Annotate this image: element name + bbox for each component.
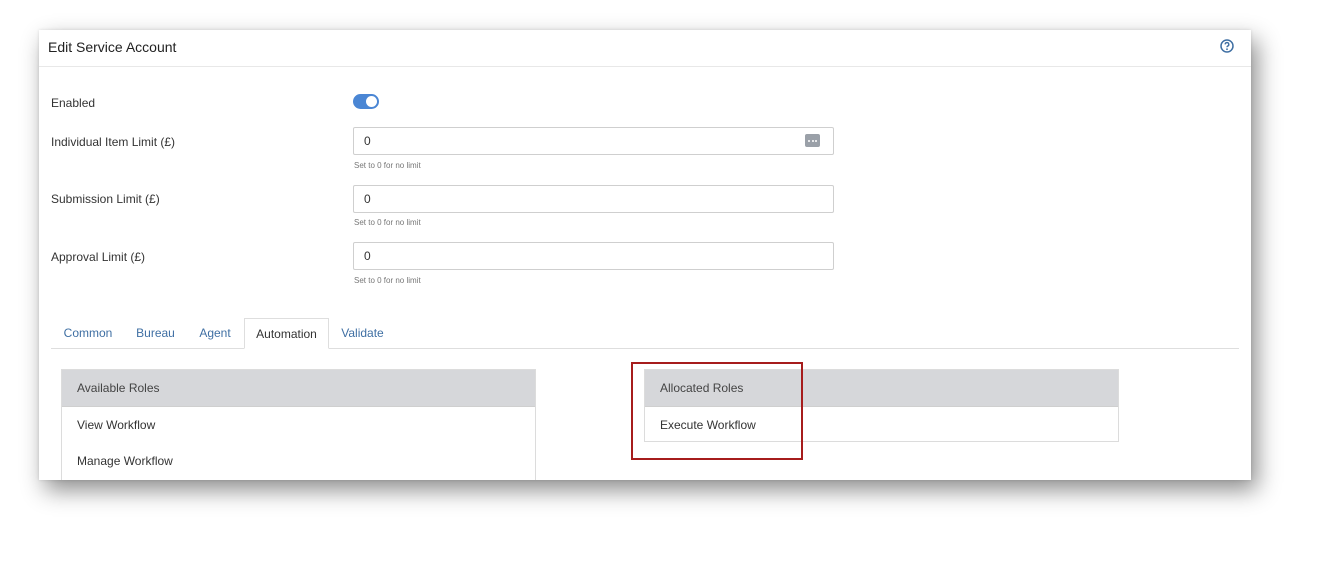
list-item-manage-workflow[interactable]: Manage Workflow — [62, 443, 535, 479]
available-roles-header: Available Roles — [62, 370, 535, 407]
available-roles-panel: Available Roles View Workflow Manage Wor… — [61, 369, 536, 480]
list-item-view-workflow[interactable]: View Workflow — [62, 407, 535, 443]
more-options-icon[interactable] — [805, 134, 820, 147]
tab-automation[interactable]: Automation — [244, 318, 329, 349]
enabled-label: Enabled — [51, 96, 96, 110]
item-limit-label: Individual Item Limit (£) — [51, 135, 176, 149]
tab-bar: Common Bureau Agent Automation Validate — [51, 318, 1239, 349]
card-header: Edit Service Account — [39, 30, 1251, 67]
tab-common[interactable]: Common — [51, 318, 125, 348]
help-circle-icon[interactable] — [1220, 39, 1234, 53]
page-title: Edit Service Account — [48, 39, 177, 55]
tab-agent[interactable]: Agent — [186, 318, 244, 348]
tab-validate[interactable]: Validate — [329, 318, 396, 348]
approval-limit-label: Approval Limit (£) — [51, 250, 146, 264]
item-limit-hint: Set to 0 for no limit — [354, 161, 421, 170]
enabled-toggle[interactable] — [353, 94, 379, 109]
submission-limit-hint: Set to 0 for no limit — [354, 218, 421, 227]
submission-limit-label: Submission Limit (£) — [51, 192, 160, 206]
submission-limit-input[interactable] — [353, 185, 834, 213]
tab-bureau[interactable]: Bureau — [125, 318, 186, 348]
highlight-box — [631, 362, 803, 460]
approval-limit-hint: Set to 0 for no limit — [354, 276, 421, 285]
approval-limit-input[interactable] — [353, 242, 834, 270]
item-limit-input[interactable] — [353, 127, 834, 155]
